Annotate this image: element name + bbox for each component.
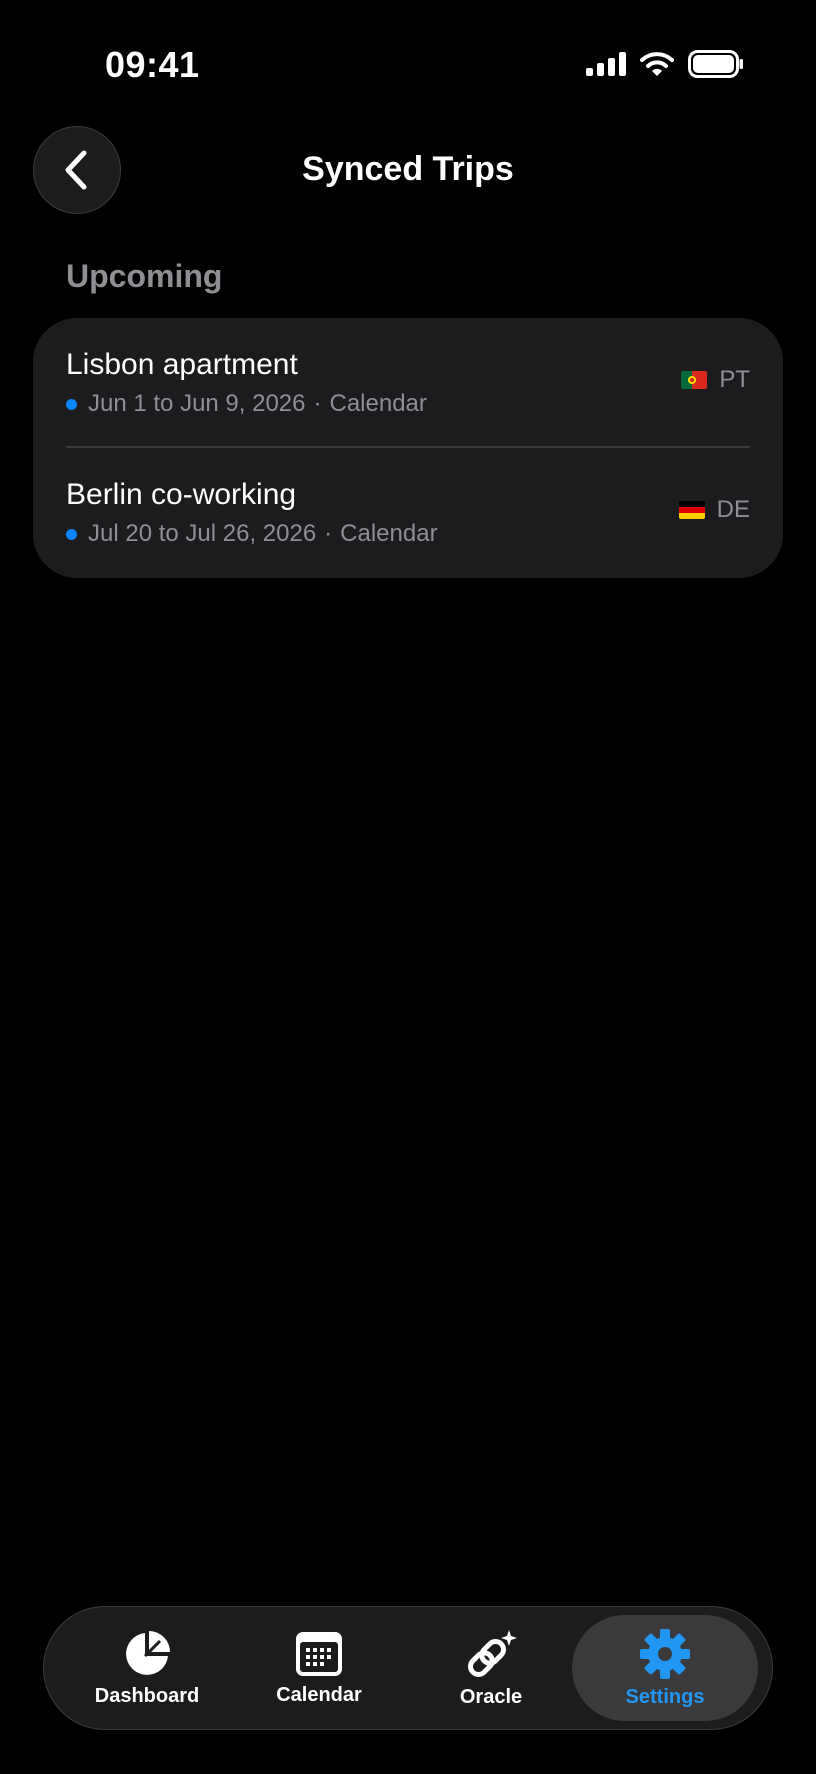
- wifi-icon: [640, 52, 674, 76]
- cellular-signal-icon: [586, 52, 626, 76]
- germany-flag-icon: [678, 501, 705, 519]
- trip-country: DE: [678, 496, 750, 524]
- status-icons: [586, 50, 744, 78]
- battery-icon: [688, 50, 743, 78]
- tab-label: Oracle: [459, 1685, 523, 1708]
- trip-source: Calendar: [329, 390, 427, 417]
- page-title: Synced Trips: [302, 150, 514, 188]
- trip-meta: Jun 1 to Jun 9, 2026 · Calendar: [66, 390, 427, 418]
- status-time: 09:41: [105, 44, 200, 85]
- meta-separator: ·: [313, 390, 322, 417]
- section-header-upcoming: Upcoming: [66, 258, 223, 294]
- tab-oracle[interactable]: Oracle: [398, 1615, 584, 1721]
- tab-label: Calendar: [276, 1683, 362, 1706]
- trip-name: Lisbon apartment: [66, 348, 298, 381]
- tab-label: Dashboard: [94, 1684, 200, 1707]
- tab-calendar[interactable]: Calendar: [226, 1615, 412, 1721]
- tab-dashboard[interactable]: Dashboard: [54, 1615, 240, 1721]
- calendar-icon: [296, 1631, 342, 1676]
- country-code: PT: [719, 366, 750, 393]
- trip-row[interactable]: Lisbon apartment Jun 1 to Jun 9, 2026 · …: [66, 318, 750, 448]
- tab-settings[interactable]: Settings: [572, 1615, 758, 1721]
- sparkle-link-icon: [468, 1629, 517, 1677]
- trip-source: Calendar: [340, 520, 438, 547]
- trip-dates: Jul 20 to Jul 26, 2026: [88, 520, 317, 547]
- gear-icon: [640, 1628, 690, 1679]
- portugal-flag-icon: [681, 371, 708, 389]
- trip-row[interactable]: Berlin co-working Jul 20 to Jul 26, 2026…: [66, 448, 750, 578]
- status-dot: [66, 528, 77, 540]
- tab-bar: Dashboard Calendar Oracle Settings: [43, 1606, 773, 1730]
- trips-card: Lisbon apartment Jun 1 to Jun 9, 2026 · …: [33, 318, 783, 578]
- pie-chart-icon: [126, 1630, 170, 1675]
- trip-meta: Jul 20 to Jul 26, 2026 · Calendar: [66, 520, 438, 548]
- trip-name: Berlin co-working: [66, 478, 297, 511]
- status-dot: [66, 398, 77, 410]
- meta-separator: ·: [324, 520, 333, 547]
- trip-dates: Jun 1 to Jun 9, 2026: [88, 390, 306, 417]
- status-bar: 09:41: [0, 0, 816, 130]
- tab-label: Settings: [625, 1685, 705, 1708]
- trip-country: PT: [681, 366, 750, 394]
- country-code: DE: [716, 496, 750, 523]
